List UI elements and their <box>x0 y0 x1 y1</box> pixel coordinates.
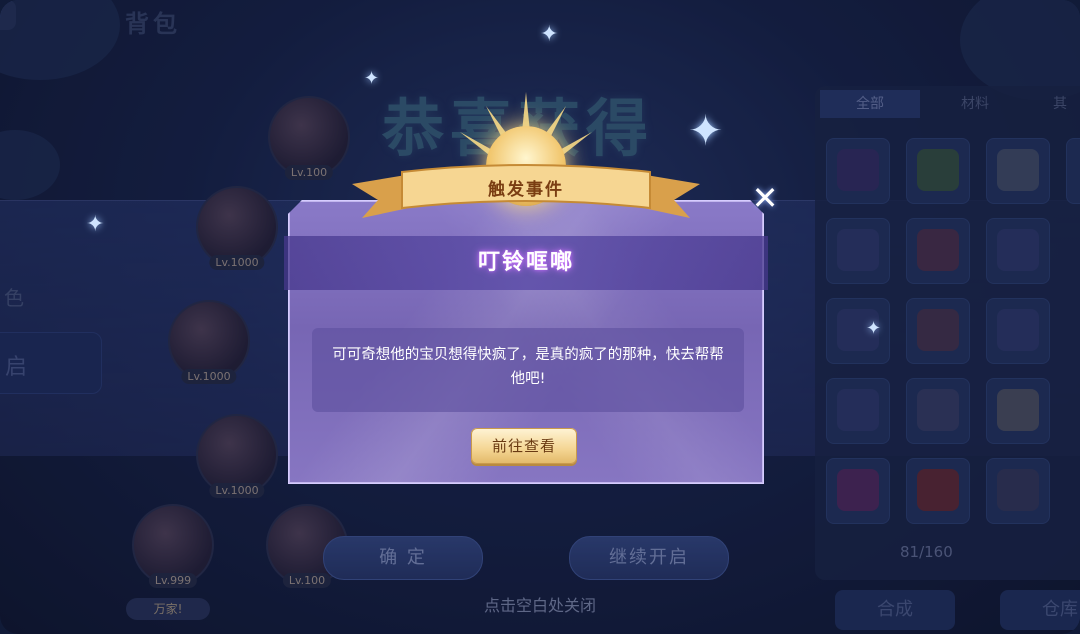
sparkle-icon: ✦ <box>86 212 105 237</box>
sparkle-icon: ✦ <box>364 68 380 89</box>
go-view-button[interactable]: 前往查看 <box>471 428 577 464</box>
close-icon[interactable]: ✕ <box>750 182 780 214</box>
sparkle-icon: ✦ <box>866 318 882 339</box>
sparkle-icon: ✦ <box>688 106 724 155</box>
ribbon-title: 触发事件 <box>488 180 564 200</box>
event-name: 叮铃哐啷 <box>477 250 574 275</box>
game-scene: 背包 色 启 Lv.100 Lv.1000 Lv.1000 Lv.1000 Lv… <box>0 0 1080 634</box>
event-message: 可可奇想他的宝贝想得快疯了，是真的疯了的那种，快去帮帮他吧! <box>332 347 724 387</box>
sparkle-icon: ✦ <box>540 22 559 47</box>
